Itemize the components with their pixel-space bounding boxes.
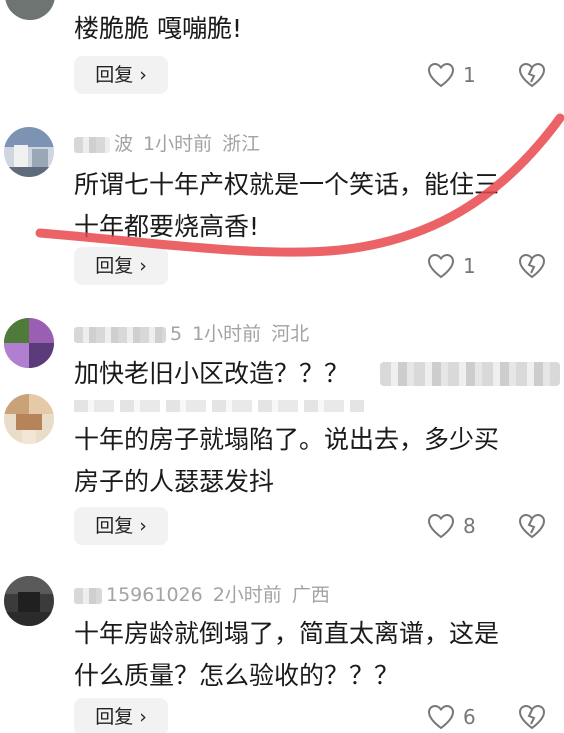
comment-time: 2小时前 [212,584,282,606]
chevron-right-icon: › [139,255,147,277]
reply-button[interactable]: 回复 › [74,507,168,545]
username[interactable]: 15961026 [106,584,203,606]
reply-button[interactable]: 回复 › [74,56,168,94]
avatar[interactable] [4,394,54,444]
chevron-right-icon: › [139,515,147,537]
avatar[interactable] [5,0,55,20]
heart-outline-icon [427,62,455,88]
broken-heart-icon[interactable] [518,252,546,280]
heart-outline-icon [427,704,455,730]
broken-heart-icon[interactable] [518,61,546,89]
blurred-username [74,326,166,343]
comment-text: 加快老旧小区改造？？？ [74,359,350,388]
chevron-right-icon: › [139,706,147,728]
comment-thread: 楼脆脆 嘎嘣脆! 回复 › 1 波 1小时前 浙江 所谓七十年产权就是一个笑话，能住三… [0,0,564,733]
broken-heart-icon[interactable] [518,703,546,731]
comment-text: 楼脆脆 嘎嘣脆! [74,14,242,43]
comment-location: 浙江 [222,133,261,155]
comment-text: 所谓七十年产权就是一个笑话，能住三 十年都要烧高香! [74,170,500,241]
comment-meta: 5 1小时前 河北 [74,322,319,346]
username[interactable]: 5 [170,323,182,345]
broken-heart-icon[interactable] [518,512,546,540]
username[interactable]: 波 [114,133,133,155]
comment-time: 1小时前 [143,133,213,155]
avatar[interactable] [4,576,54,626]
blurred-username [74,136,110,153]
like-button[interactable]: 1 [427,60,476,90]
heart-outline-icon [427,253,455,279]
like-count: 1 [463,254,476,278]
blurred-meta [74,400,364,412]
comment-meta: 15961026 2小时前 广西 [74,583,340,607]
comment-location: 河北 [271,323,310,345]
like-button[interactable]: 8 [427,511,476,541]
comment-text: 十年的房子就塌陷了。说出去，多少买 房子的人瑟瑟发抖 [74,425,500,496]
reply-button[interactable]: 回复 › [74,698,168,733]
heart-outline-icon [427,513,455,539]
like-button[interactable]: 1 [427,251,476,281]
comment-time: 1小时前 [192,323,262,345]
like-count: 6 [463,705,476,729]
avatar[interactable] [4,127,54,177]
comment-location: 广西 [291,584,330,606]
chevron-right-icon: › [139,64,147,86]
comment-text: 十年房龄就倒塌了，简直太离谱，这是 什么质量？怎么验收的？？？ [74,619,500,690]
like-count: 8 [463,514,476,538]
like-count: 1 [463,63,476,87]
like-button[interactable]: 6 [427,702,476,732]
blurred-username [74,587,102,604]
comment-meta: 波 1小时前 浙江 [74,132,270,156]
reply-button[interactable]: 回复 › [74,247,168,285]
avatar[interactable] [4,318,54,368]
redacted-content [380,362,560,386]
